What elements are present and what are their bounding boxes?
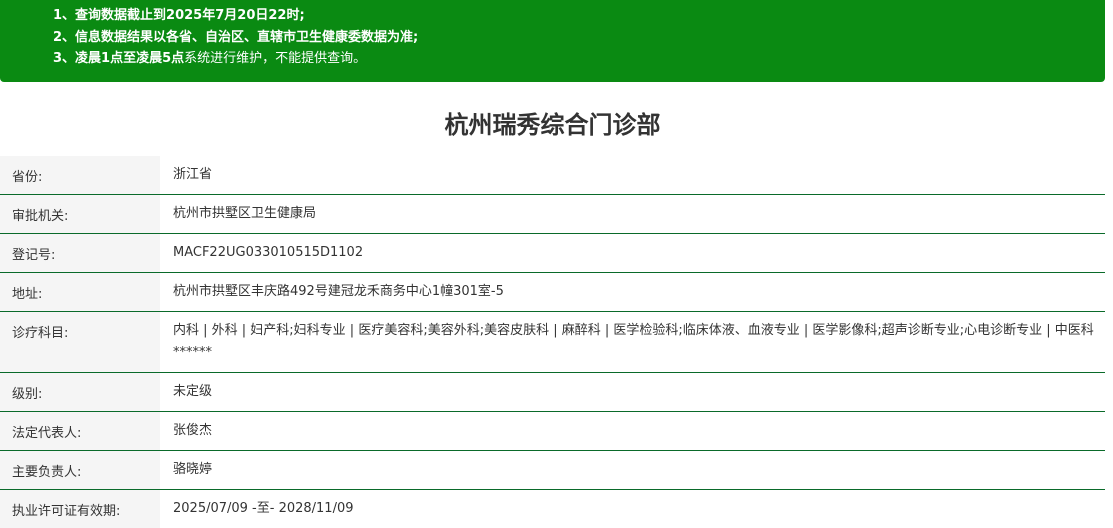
notice-number: 3、 [53, 51, 76, 66]
row-departments: 诊疗科目: 内科 | 外科 | 妇产科;妇科专业 | 医疗美容科;美容外科;美容… [0, 312, 1105, 373]
notice-banner: 1、查询数据截止到2025年7月20日22时; 2、信息数据结果以各省、自治区、… [0, 0, 1105, 82]
row-label: 诊疗科目: [0, 312, 160, 372]
row-label: 审批机关: [0, 195, 160, 233]
info-table: 省份: 浙江省 审批机关: 杭州市拱墅区卫生健康局 登记号: MACF22UG0… [0, 156, 1105, 528]
row-value: 骆晓婷 [173, 462, 213, 477]
notice-number: 2、 [53, 29, 76, 45]
row-label: 省份: [0, 156, 160, 194]
row-value: 杭州市拱墅区卫生健康局 [173, 206, 317, 221]
row-label: 主要负责人: [0, 451, 160, 489]
row-label: 级别: [0, 373, 160, 411]
row-value: 杭州市拱墅区丰庆路492号建冠龙禾商务中心1幢301室-5 [173, 284, 504, 299]
page-title: 杭州瑞秀综合门诊部 [444, 111, 661, 139]
notice-line-2: 2、信息数据结果以各省、自治区、直辖市卫生健康委数据为准; [53, 27, 1105, 49]
notice-text: 信息数据结果以各省、自治区、直辖市卫生健康委数据为准; [75, 29, 419, 45]
row-label: 法定代表人: [0, 412, 160, 450]
notice-text: 系统进行维护，不能提供查询。 [184, 51, 367, 66]
row-registration-number: 登记号: MACF22UG033010515D1102 [0, 234, 1105, 273]
row-approval-authority: 审批机关: 杭州市拱墅区卫生健康局 [0, 195, 1105, 234]
notice-bold-text: 凌晨1点至凌晨5点 [75, 51, 185, 66]
row-label: 登记号: [0, 234, 160, 272]
row-legal-representative: 法定代表人: 张俊杰 [0, 412, 1105, 451]
row-label: 执业许可证有效期: [0, 490, 160, 528]
notice-line-3: 3、凌晨1点至凌晨5点系统进行维护，不能提供查询。 [53, 48, 1105, 70]
row-license-validity: 执业许可证有效期: 2025/07/09 -至- 2028/11/09 [0, 490, 1105, 528]
row-address: 地址: 杭州市拱墅区丰庆路492号建冠龙禾商务中心1幢301室-5 [0, 273, 1105, 312]
notice-number: 1、 [53, 8, 76, 23]
row-value: 2025/07/09 -至- 2028/11/09 [173, 501, 354, 516]
row-level: 级别: 未定级 [0, 373, 1105, 412]
row-value: MACF22UG033010515D1102 [173, 245, 364, 260]
row-value: 内科 | 外科 | 妇产科;妇科专业 | 医疗美容科;美容外科;美容皮肤科 | … [173, 323, 1094, 360]
row-label: 地址: [0, 273, 160, 311]
row-principal: 主要负责人: 骆晓婷 [0, 451, 1105, 490]
row-value: 张俊杰 [173, 423, 213, 438]
row-province: 省份: 浙江省 [0, 156, 1105, 195]
row-value: 浙江省 [173, 167, 213, 182]
row-value: 未定级 [173, 384, 213, 399]
notice-line-1: 1、查询数据截止到2025年7月20日22时; [53, 5, 1105, 27]
notice-text: 查询数据截止到2025年7月20日22时; [75, 8, 305, 23]
